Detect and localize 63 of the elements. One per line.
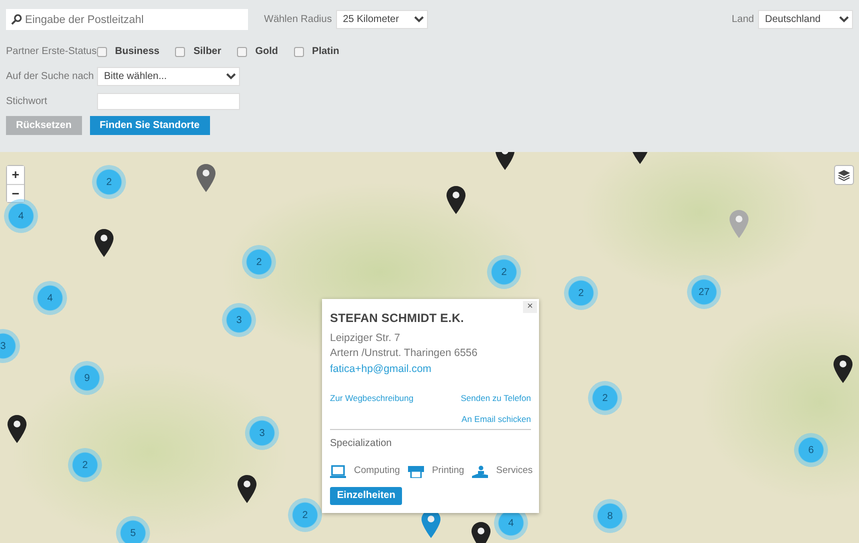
layers-icon xyxy=(838,170,850,180)
city-address: Artern /Unstrut. Tharingen 6556 xyxy=(330,346,478,361)
country-label: Land xyxy=(732,13,754,27)
email-link[interactable]: fatica+hp@gmail.com xyxy=(330,363,432,375)
details-button[interactable]: Einzelheiten xyxy=(330,486,402,504)
checkbox-label: Platin xyxy=(312,45,340,59)
cluster-marker[interactable]: 2 xyxy=(564,276,598,310)
specialization-label: Printing xyxy=(432,464,464,478)
specialization-heading: Specialization xyxy=(330,437,393,452)
specialization-label: Services xyxy=(496,464,533,478)
checkbox[interactable] xyxy=(97,46,107,56)
reset-button[interactable]: Rücksetzen xyxy=(6,116,82,135)
checkbox[interactable] xyxy=(237,46,248,56)
map-pin-icon[interactable] xyxy=(446,186,466,214)
partner-status-label: Partner Erste-Status xyxy=(6,45,97,59)
send-email-link[interactable]: An Email schicken xyxy=(462,412,531,426)
laptop-icon xyxy=(330,464,346,478)
map-pin-icon[interactable] xyxy=(834,355,852,383)
cluster-marker[interactable]: 4 xyxy=(33,281,67,315)
cluster-marker[interactable]: 6 xyxy=(794,433,828,467)
radius-label: Wählen Radius xyxy=(264,13,332,27)
cluster-marker[interactable]: 3 xyxy=(245,416,279,450)
cluster-marker[interactable]: 3 xyxy=(222,303,256,337)
directions-link[interactable]: Zur Wegbeschreibung xyxy=(330,392,414,404)
cluster-marker[interactable]: 2 xyxy=(242,245,276,279)
map-pin-icon[interactable] xyxy=(94,229,114,257)
keyword-field[interactable] xyxy=(97,93,240,110)
zoom-out-button[interactable]: − xyxy=(7,184,24,202)
cluster-marker[interactable]: 2 xyxy=(487,255,521,289)
partner-name: STEFAN SCHMIDT E.K. xyxy=(330,310,465,327)
street-address: Leipziger Str. 7 xyxy=(330,331,402,346)
cluster-marker[interactable]: 3 xyxy=(0,329,20,363)
cluster-marker[interactable]: 9 xyxy=(70,361,104,395)
cluster-marker[interactable]: 2 xyxy=(68,448,102,482)
printer-icon xyxy=(408,464,424,478)
search-icon xyxy=(11,14,22,25)
cluster-marker[interactable]: 27 xyxy=(687,275,721,309)
cluster-marker[interactable]: 2 xyxy=(588,381,622,415)
keyword-label: Stichwort xyxy=(6,95,48,109)
close-button[interactable]: × xyxy=(523,301,537,313)
cluster-marker[interactable]: 2 xyxy=(288,498,322,532)
looking-for-label: Auf der Suche nach xyxy=(6,70,95,84)
checkbox-label: Business xyxy=(115,45,160,59)
map-pin-icon[interactable] xyxy=(238,475,256,503)
map-pin-icon[interactable] xyxy=(8,415,26,443)
hand-with-person-icon xyxy=(472,464,488,478)
checkbox[interactable] xyxy=(294,46,304,56)
cluster-marker[interactable]: 8 xyxy=(593,499,627,533)
country-select[interactable]: Deutschland xyxy=(758,10,853,29)
search-field[interactable]: Eingabe der Postleitzahl xyxy=(6,9,248,30)
cluster-marker[interactable]: 4 xyxy=(4,199,38,233)
cluster-marker[interactable]: 2 xyxy=(92,165,126,199)
send-to-phone-link[interactable]: Senden zu Telefon xyxy=(460,392,531,404)
map-pin-icon[interactable] xyxy=(472,522,490,543)
layers-button[interactable] xyxy=(834,165,854,185)
checkbox-label: Gold xyxy=(255,45,278,59)
find-locations-button[interactable]: Finden Sie Standorte xyxy=(90,116,210,135)
specialization-label: Computing xyxy=(354,464,400,478)
checkbox-label: Silber xyxy=(193,45,222,59)
radius-select[interactable]: 25 Kilometer xyxy=(336,10,428,29)
checkbox[interactable] xyxy=(175,46,186,56)
cluster-marker[interactable]: 5 xyxy=(116,516,150,543)
looking-for-select[interactable]: Bitte wählen... xyxy=(97,67,240,86)
